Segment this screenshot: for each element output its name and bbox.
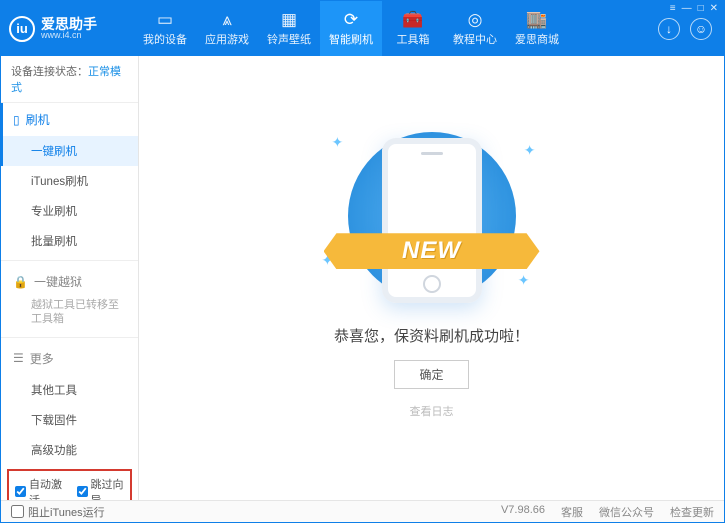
sidebar-item-itunes[interactable]: iTunes刷机 [1,166,138,196]
lock-icon: 🔒 [13,275,28,289]
logo-icon: iu [9,16,35,42]
ok-button[interactable]: 确定 [394,360,468,389]
sidebar-item-firmware[interactable]: 下载固件 [1,405,138,435]
book-icon: ◎ [468,11,483,28]
sidebar-item-pro[interactable]: 专业刷机 [1,196,138,226]
sidebar-item-onekey[interactable]: 一键刷机 [1,136,138,166]
tab-apps[interactable]: ⩓应用游戏 [196,1,258,56]
tab-tutorial[interactable]: ◎教程中心 [444,1,506,56]
wechat-link[interactable]: 微信公众号 [599,504,654,520]
store-icon: 🏬 [526,11,547,28]
new-ribbon: NEW [324,233,540,269]
header-actions: ↓ ☺ [658,18,716,40]
success-illustration: ✦✦✦✦ NEW [342,138,522,303]
customer-service-link[interactable]: 客服 [561,504,583,520]
version-label: V7.98.66 [501,504,545,520]
maximize-icon[interactable]: □ [698,3,704,14]
tab-store[interactable]: 🏬爱思商城 [506,1,568,56]
sidebar-group-jailbreak[interactable]: 🔒 一键越狱 [1,265,138,298]
check-update-link[interactable]: 检查更新 [670,504,714,520]
sidebar-item-advanced[interactable]: 高级功能 [1,435,138,465]
sidebar-group-more[interactable]: ☰ 更多 [1,342,138,375]
phone-icon: ▯ [13,113,20,127]
sidebar-item-batch[interactable]: 批量刷机 [1,226,138,256]
tab-my-device[interactable]: ▭我的设备 [134,1,196,56]
appstore-icon: ⩓ [222,11,232,28]
tab-flash[interactable]: ⟳智能刷机 [320,1,382,56]
sidebar: 设备连接状态：正常模式 ▯ 刷机 一键刷机 iTunes刷机 专业刷机 批量刷机… [1,56,139,500]
logo[interactable]: iu 爱思助手 www.i4.cn [9,16,134,42]
list-icon: ☰ [13,351,24,365]
jailbreak-note: 越狱工具已转移至 工具箱 [1,298,138,333]
wallpaper-icon: ▦ [281,11,297,28]
footer: 阻止iTunes运行 V7.98.66 客服 微信公众号 检查更新 [1,500,724,522]
view-log-link[interactable]: 查看日志 [410,403,454,419]
tab-toolbox[interactable]: 🧰工具箱 [382,1,444,56]
minimize-icon[interactable]: — [682,3,692,14]
menu-icon[interactable]: ≡ [670,3,676,14]
toolbox-icon: 🧰 [402,11,423,28]
app-name: 爱思助手 [41,17,97,31]
download-button[interactable]: ↓ [658,18,680,40]
block-itunes-checkbox[interactable]: 阻止iTunes运行 [11,504,105,520]
sidebar-item-other[interactable]: 其他工具 [1,375,138,405]
close-icon[interactable]: ✕ [710,3,718,14]
main-content: ✦✦✦✦ NEW 恭喜您，保资料刷机成功啦！ 确定 查看日志 [139,56,724,500]
header: iu 爱思助手 www.i4.cn ▭我的设备 ⩓应用游戏 ▦铃声壁纸 ⟳智能刷… [1,1,724,56]
success-message: 恭喜您，保资料刷机成功啦！ [334,325,529,346]
tab-ringtone[interactable]: ▦铃声壁纸 [258,1,320,56]
checkbox-skip-guide[interactable]: 跳过向导 [77,476,125,500]
window-controls: ≡ — □ ✕ [670,3,718,14]
phone-icon: ▭ [157,11,173,28]
checkbox-auto-activate[interactable]: 自动激活 [15,476,63,500]
refresh-icon: ⟳ [344,11,358,28]
app-url: www.i4.cn [41,31,97,40]
nav-tabs: ▭我的设备 ⩓应用游戏 ▦铃声壁纸 ⟳智能刷机 🧰工具箱 ◎教程中心 🏬爱思商城 [134,1,658,56]
sidebar-group-flash[interactable]: ▯ 刷机 [1,103,138,136]
options-box: 自动激活 跳过向导 [7,469,132,500]
connection-status: 设备连接状态：正常模式 [1,56,138,103]
user-button[interactable]: ☺ [690,18,712,40]
